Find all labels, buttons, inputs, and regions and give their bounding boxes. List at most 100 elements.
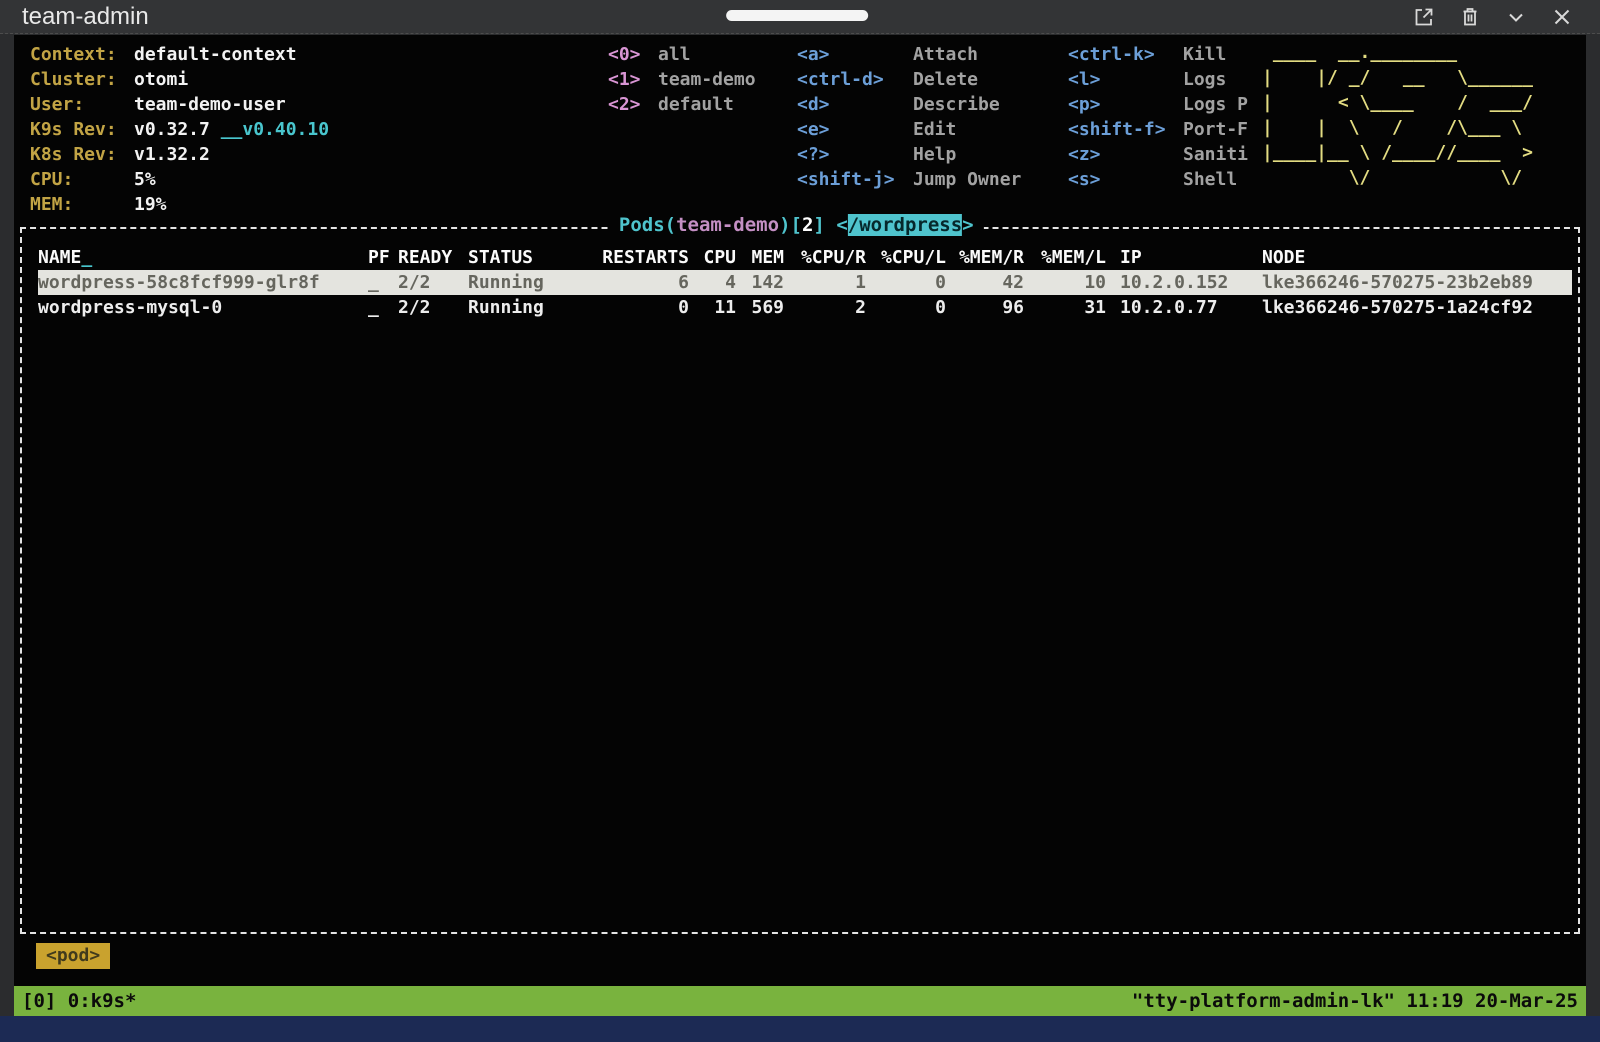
shortcut-key: <s> [1068,167,1183,192]
shortcut-saniti: <z>Saniti [1068,142,1248,167]
shortcut-key: <a> [797,42,913,67]
cluster-info: Context:default-contextCluster:otomiUser… [30,42,329,217]
cluster-info-row: Cluster:otomi [30,67,329,92]
info-label: User: [30,92,134,117]
cell-ip: 10.2.0.152 [1106,270,1248,295]
info-value: otomi [134,69,188,90]
shortcut-label: Describe [913,94,1000,115]
shortcut-label: team-demo [658,69,756,90]
shortcut-label: Logs [1183,69,1226,90]
pod-row[interactable]: wordpress-58c8fcf999-glr8f_2/2Running641… [38,270,1572,295]
shortcut-jump-owner: <shift-j>Jump Owner [797,167,1021,192]
trash-icon[interactable] [1458,5,1482,29]
cell-mem-r: 42 [946,270,1024,295]
status-bar: [0] 0:k9s* "tty-platform-admin-lk" 11:19… [14,986,1586,1016]
shortcut-label: all [658,44,691,65]
cluster-info-row: K8s Rev:v1.32.2 [30,142,329,167]
column-header-mem[interactable]: MEM [736,245,784,270]
active-filter-badge: /wordpress [848,214,962,236]
pod-row[interactable]: wordpress-mysql-0_2/2Running011569209631… [38,295,1572,320]
pod-count: 2 [802,214,813,236]
info-label: K9s Rev: [30,117,134,142]
shortcut-key: <shift-f> [1068,117,1183,142]
popout-icon[interactable] [1412,5,1436,29]
shortcut-delete: <ctrl-d>Delete [797,67,1021,92]
shortcut-key: <0> [608,42,658,67]
k9s-terminal: Context:default-contextCluster:otomiUser… [14,35,1586,986]
column-header-restarts[interactable]: RESTARTS [573,245,689,270]
column-header-node[interactable]: NODE [1248,245,1572,270]
shortcut-describe: <d>Describe [797,92,1021,117]
column-header-cpu-r[interactable]: %CPU/R [784,245,866,270]
column-header-cpu[interactable]: CPU [689,245,736,270]
close-icon[interactable] [1550,5,1574,29]
sort-indicator: _ [81,247,92,268]
action-shortcuts-col1: <a>Attach<ctrl-d>Delete<d>Describe<e>Edi… [797,42,1021,192]
cell-restarts: 0 [573,295,689,320]
pods-table-body: wordpress-58c8fcf999-glr8f_2/2Running641… [38,270,1572,320]
cell-name: wordpress-58c8fcf999-glr8f [38,270,368,295]
shortcut-kill: <ctrl-k>Kill [1068,42,1248,67]
shortcut-key: <p> [1068,92,1183,117]
info-value: v1.32.2 [134,144,210,165]
cell-ready: 2/2 [398,270,468,295]
status-bar-session: [0] 0:k9s* [22,990,136,1012]
shortcut-all: <0>all [608,42,756,67]
column-header-cpu-l[interactable]: %CPU/L [866,245,946,270]
shortcut-label: Shell [1183,169,1237,190]
cell-restarts: 6 [573,270,689,295]
upgrade-version: __v0.40.10 [221,119,329,140]
info-label: Context: [30,42,134,67]
breadcrumb: <pod> [14,934,1586,986]
cell-cpu-r: 1 [784,270,866,295]
pods-panel-title: Pods(team-demo)[2] </wordpress> [609,214,984,236]
status-bar-host-time: "tty-platform-admin-lk" 11:19 20-Mar-25 [1132,990,1578,1012]
info-value: 5% [134,169,156,190]
info-value: 19% [134,194,167,215]
pods-table-header: NAME_PFREADYSTATUSRESTARTSCPUMEM%CPU/R%C… [38,245,1572,270]
cell-node: lke366246-570275-23b2eb89 [1248,270,1572,295]
shortcut-label: Delete [913,69,978,90]
column-header-mem-r[interactable]: %MEM/R [946,245,1024,270]
pod-breadcrumb-badge[interactable]: <pod> [36,943,110,969]
chevron-down-icon[interactable] [1504,5,1528,29]
shortcut-label: Attach [913,44,978,65]
bottom-edge-strip [0,1016,1600,1042]
column-header-mem-l[interactable]: %MEM/L [1024,245,1106,270]
column-header-pf[interactable]: PF [368,245,398,270]
cell-status: Running [468,295,573,320]
shortcut-key: <1> [608,67,658,92]
cell-mem-r: 96 [946,295,1024,320]
pods-panel: Pods(team-demo)[2] </wordpress> NAME_PFR… [20,227,1580,934]
shortcut-key: <d> [797,92,913,117]
cell-mem: 569 [736,295,784,320]
column-header-ip[interactable]: IP [1106,245,1248,270]
info-value: team-demo-user [134,94,286,115]
window-controls [1412,5,1574,29]
shortcut-key: <2> [608,92,658,117]
titlebar: team-admin [0,0,1600,34]
info-label: CPU: [30,167,134,192]
column-header-status[interactable]: STATUS [468,245,573,270]
namespace-name: team-demo [676,214,779,236]
shortcut-logs-p: <p>Logs P [1068,92,1248,117]
terminal-window: team-admin Context:default-co [0,0,1600,1042]
action-shortcuts-col2: <ctrl-k>Kill<l>Logs<p>Logs P<shift-f>Por… [1068,42,1248,192]
cell-mem-l: 10 [1024,270,1106,295]
cell-cpu: 11 [689,295,736,320]
cluster-info-row: CPU:5% [30,167,329,192]
shortcut-logs: <l>Logs [1068,67,1248,92]
cluster-info-row: Context:default-context [30,42,329,67]
column-header-name[interactable]: NAME_ [38,245,368,270]
shortcut-key: <ctrl-k> [1068,42,1183,67]
column-header-ready[interactable]: READY [398,245,468,270]
shortcut-team-demo: <1>team-demo [608,67,756,92]
cell-mem-l: 31 [1024,295,1106,320]
cluster-info-row: User:team-demo-user [30,92,329,117]
shortcut-key: <ctrl-d> [797,67,913,92]
k9s-logo-ascii-art: ____ __.________ | |/ _/ __ \______ | < … [1262,40,1533,190]
tab-drag-handle[interactable] [726,10,868,21]
cell-status: Running [468,270,573,295]
shortcut-label: Logs P [1183,94,1248,115]
info-label: MEM: [30,192,134,217]
